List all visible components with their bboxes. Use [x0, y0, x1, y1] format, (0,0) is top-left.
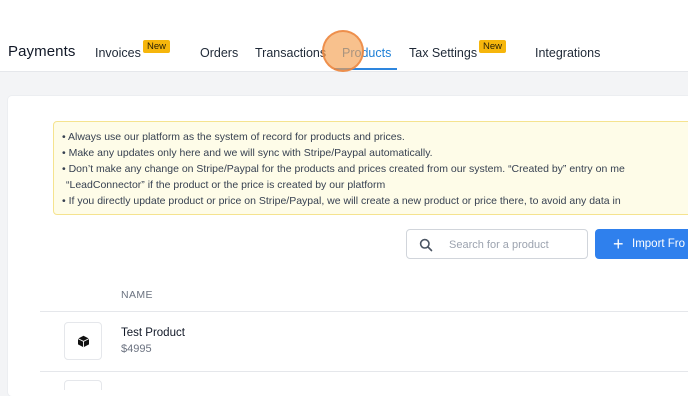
import-button-label: Import Fro	[632, 238, 686, 250]
plus-icon: +	[613, 234, 624, 254]
row-divider	[40, 371, 688, 372]
top-navigation-bar: Payments Invoices New Orders Transaction…	[0, 0, 688, 72]
tab-integrations[interactable]: Integrations	[535, 46, 600, 60]
notice-line: • Make any updates only here and we will…	[62, 147, 433, 159]
tab-orders[interactable]: Orders	[200, 46, 238, 60]
notice-line: • If you directly update product or pric…	[62, 195, 621, 207]
product-search-box[interactable]	[406, 229, 588, 259]
notice-line: • Always use our platform as the system …	[62, 131, 405, 143]
import-button[interactable]: + Import Fro	[595, 229, 688, 259]
search-input[interactable]	[447, 236, 581, 254]
notice-line: “LeadConnector” if the product or the pr…	[66, 179, 386, 191]
row-divider	[40, 311, 688, 312]
product-price: $4995	[121, 343, 152, 355]
product-thumbnail	[64, 380, 102, 390]
info-notice: • Always use our platform as the system …	[53, 121, 688, 215]
page-title: Payments	[8, 43, 76, 60]
product-thumbnail	[64, 322, 102, 360]
active-tab-indicator	[334, 68, 397, 70]
column-header-name[interactable]: NAME	[121, 289, 153, 301]
product-name[interactable]: Test Product	[121, 327, 185, 339]
new-badge-invoices: New	[143, 40, 171, 53]
tab-products[interactable]: Products	[342, 46, 391, 60]
tab-tax-settings[interactable]: Tax Settings	[409, 46, 477, 60]
new-badge-tax-settings: New	[479, 40, 507, 53]
search-icon	[419, 238, 433, 252]
tab-transactions[interactable]: Transactions	[255, 46, 326, 60]
notice-line: • Don’t make any change on Stripe/Paypal…	[62, 163, 625, 175]
tab-invoices[interactable]: Invoices	[95, 46, 141, 60]
